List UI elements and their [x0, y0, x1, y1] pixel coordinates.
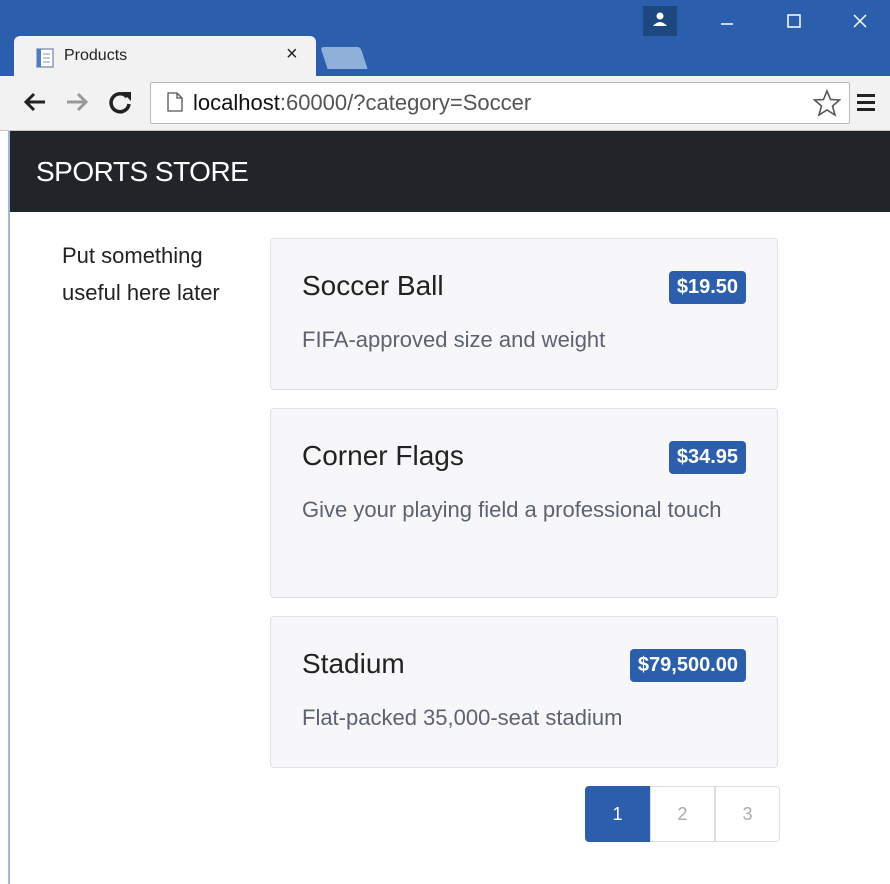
minimize-button[interactable] [697, 6, 757, 36]
address-bar[interactable]: localhost:60000/?category=Soccer [150, 82, 850, 124]
url-text: localhost:60000/?category=Soccer [193, 90, 531, 116]
price-badge: $19.50 [668, 271, 746, 304]
maximize-icon [787, 14, 801, 28]
product-description: Give your playing field a professional t… [302, 497, 722, 522]
product-name: Corner Flags [302, 440, 464, 471]
user-icon [653, 12, 667, 26]
forward-arrow-icon[interactable] [64, 90, 90, 114]
browser-toolbar: localhost:60000/?category=Soccer [0, 76, 890, 131]
document-icon [36, 48, 54, 68]
product-name: Stadium [302, 648, 405, 679]
page-icon [167, 92, 183, 112]
reload-icon[interactable] [107, 89, 133, 115]
product-card: Corner Flags $34.95 Give your playing fi… [270, 408, 778, 598]
store-navbar: SPORTS STORE [10, 131, 890, 212]
page-button-2[interactable]: 2 [650, 786, 715, 842]
tab-close-icon[interactable]: × [286, 43, 298, 66]
product-description: Flat-packed 35,000-seat stadium [302, 705, 623, 730]
pagination: 1 2 3 [585, 786, 780, 842]
close-icon [853, 14, 867, 28]
profile-button[interactable] [643, 6, 677, 36]
page-button-1[interactable]: 1 [585, 786, 650, 842]
new-tab-button[interactable] [320, 47, 368, 69]
product-card: Soccer Ball $19.50 FIFA-approved size an… [270, 238, 778, 390]
product-card: Stadium $79,500.00 Flat-packed 35,000-se… [270, 616, 778, 768]
store-brand[interactable]: SPORTS STORE [36, 156, 249, 188]
product-name: Soccer Ball [302, 270, 444, 301]
close-window-button[interactable] [830, 6, 890, 36]
url-path: :60000/?category=Soccer [279, 90, 532, 115]
back-arrow-icon[interactable] [22, 90, 48, 114]
maximize-button[interactable] [764, 6, 824, 36]
sidebar-placeholder: Put something useful here later [62, 243, 220, 305]
url-host: localhost [193, 90, 280, 115]
price-badge: $34.95 [668, 441, 746, 474]
price-badge: $79,500.00 [629, 649, 746, 682]
browser-tab[interactable]: Products × [14, 36, 316, 76]
page-content: SPORTS STORE Put something useful here l… [8, 131, 890, 884]
minimize-icon [721, 23, 733, 25]
browser-titlebar: Products × [0, 0, 890, 76]
page-button-3[interactable]: 3 [715, 786, 780, 842]
tab-title: Products [64, 47, 128, 64]
product-description: FIFA-approved size and weight [302, 327, 606, 352]
bookmark-star-icon[interactable] [813, 89, 841, 117]
menu-icon[interactable] [856, 92, 876, 112]
